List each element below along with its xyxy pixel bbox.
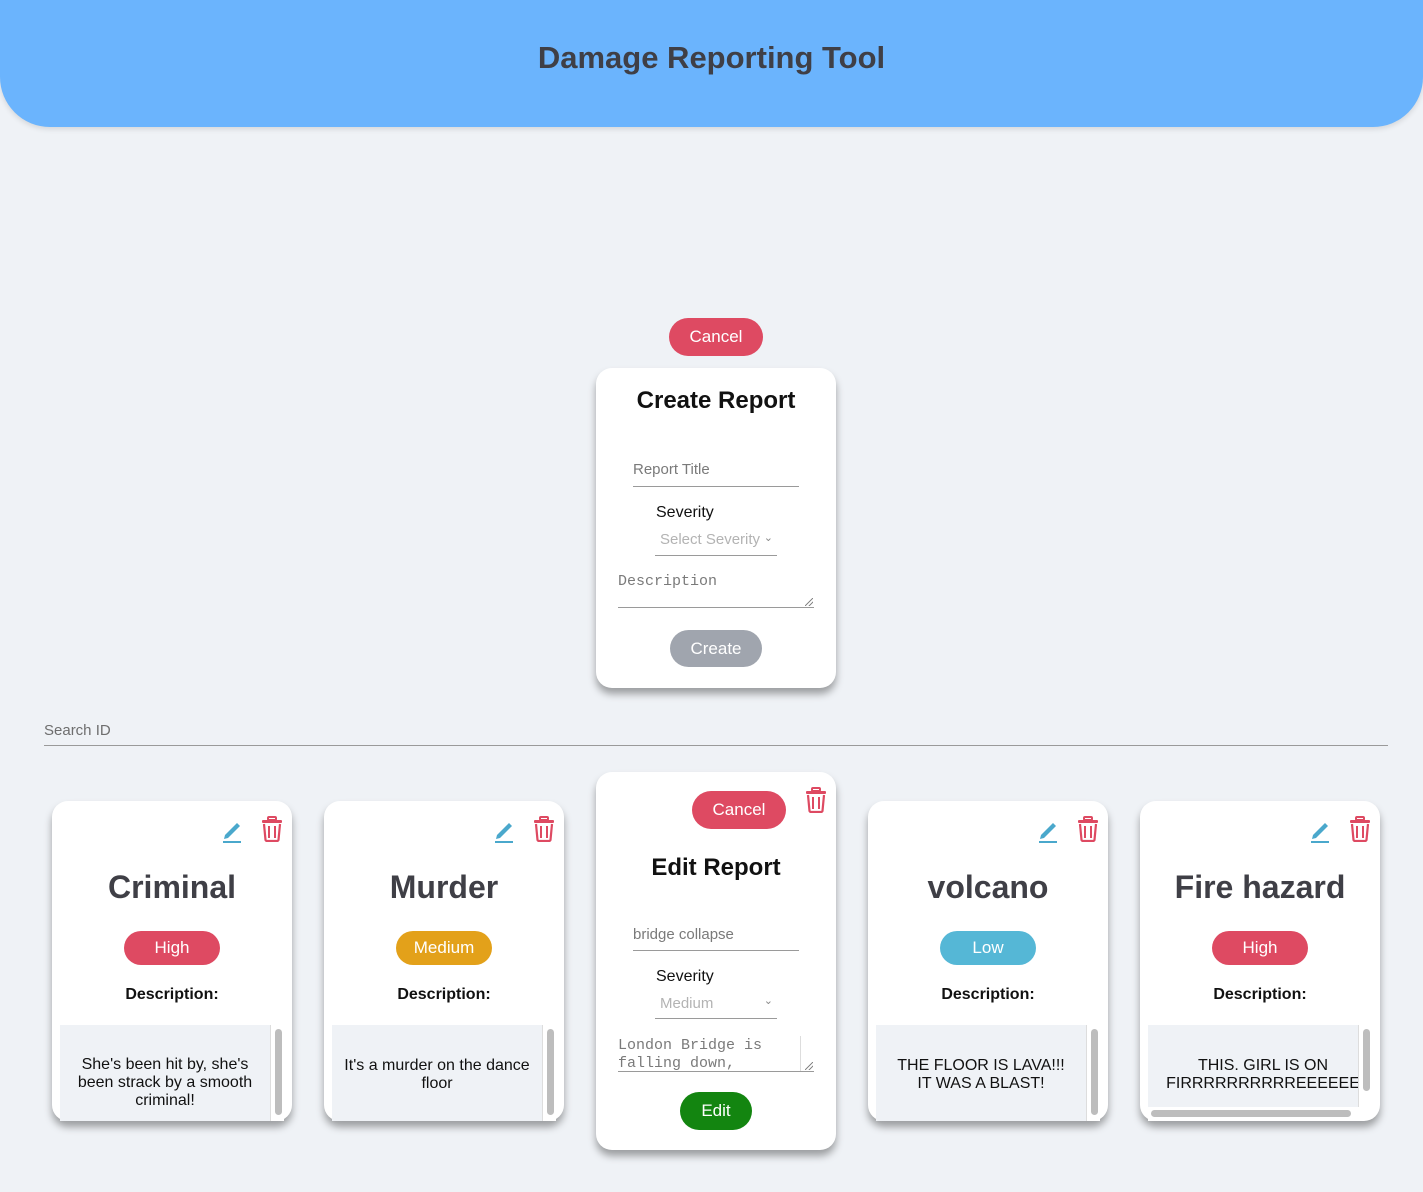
pencil-icon[interactable] [222, 817, 244, 843]
create-report-title: Create Report [636, 387, 796, 414]
severity-select[interactable]: Medium ⌄ [655, 994, 777, 1019]
edit-button[interactable]: Edit [680, 1092, 752, 1130]
description-scrollbar[interactable] [1358, 1025, 1372, 1107]
description-box: THE FLOOR IS LAVA!!! IT WAS A BLAST! [876, 1025, 1086, 1121]
severity-badge: High [1212, 931, 1308, 965]
scrollbar-thumb[interactable] [275, 1029, 282, 1115]
severity-select[interactable]: Select Severity ⌄ [655, 531, 777, 556]
app-title: Damage Reporting Tool [537, 40, 886, 75]
description-placeholder: Description [618, 573, 718, 590]
description-box: It's a murder on the dance floor [332, 1025, 542, 1121]
resize-handle-icon[interactable] [805, 598, 813, 606]
description-label: Description: [125, 986, 219, 1003]
scrollbar-thumb[interactable] [1363, 1029, 1370, 1091]
pencil-icon[interactable] [494, 817, 516, 843]
edit-report-title: Edit Report [651, 854, 781, 881]
report-card: Criminal High Description: She's been hi… [52, 801, 292, 1121]
report-title: volcano [927, 869, 1049, 905]
severity-select-value: Medium [660, 995, 714, 1012]
search-input[interactable]: Search ID [44, 720, 1388, 746]
create-report-card: Create Report Report Title Severity Sele… [596, 368, 836, 688]
report-card: Murder Medium Description: It's a murder… [324, 801, 564, 1121]
description-box: THIS. GIRL IS ON FIRRRRRRRRRREEEEEE [1148, 1025, 1358, 1107]
scrollbar-thumb[interactable] [547, 1029, 554, 1115]
edit-description-textarea[interactable]: London Bridge is falling down, [618, 1036, 814, 1072]
severity-select-placeholder: Select Severity [660, 531, 761, 548]
chevron-down-icon: ⌄ [763, 532, 773, 544]
description-label: Description: [941, 986, 1035, 1003]
severity-label: Severity [656, 504, 714, 521]
report-card: volcano Low Description: THE FLOOR IS LA… [868, 801, 1108, 1121]
edit-description-value: London Bridge is falling down, [618, 1037, 763, 1072]
trash-icon[interactable] [533, 816, 555, 842]
trash-icon[interactable] [1077, 816, 1099, 842]
severity-badge: Low [940, 931, 1036, 965]
description-scrollbar[interactable] [1086, 1025, 1100, 1121]
report-title: Criminal [107, 869, 237, 905]
description-text: It's a murder on the dance floor [344, 1057, 530, 1092]
description-label: Description: [397, 986, 491, 1003]
description-label: Description: [1213, 986, 1307, 1003]
description-horizontal-scrollbar[interactable] [1148, 1107, 1360, 1121]
description-text: She's been hit by, she's been strack by … [77, 1056, 253, 1109]
scrollbar-thumb[interactable] [1151, 1110, 1351, 1117]
description-scrollbar[interactable] [270, 1025, 284, 1121]
description-text: THIS. GIRL IS ON FIRRRRRRRRRREEEEEE [1166, 1057, 1358, 1092]
trash-icon[interactable] [261, 816, 283, 842]
create-button[interactable]: Create [670, 630, 762, 667]
edit-cancel-button[interactable]: Cancel [692, 791, 786, 829]
edit-report-card: Cancel Edit Report bridge collapse Sever… [596, 772, 836, 1150]
report-title: Fire hazard [1174, 869, 1346, 905]
severity-badge: Medium [396, 931, 492, 965]
pencil-icon[interactable] [1310, 817, 1332, 843]
chevron-down-icon: ⌄ [763, 995, 773, 1007]
resize-handle-icon[interactable] [805, 1062, 813, 1070]
severity-label: Severity [656, 968, 714, 985]
description-box: She's been hit by, she's been strack by … [60, 1025, 270, 1121]
create-cancel-button[interactable]: Cancel [669, 318, 763, 356]
report-title-input[interactable]: Report Title [633, 461, 799, 487]
description-textarea[interactable]: Description [618, 572, 814, 608]
search-placeholder: Search ID [44, 722, 111, 739]
app-header: Damage Reporting Tool [0, 0, 1423, 127]
trash-icon[interactable] [805, 787, 827, 813]
pencil-icon[interactable] [1038, 817, 1060, 843]
scrollbar-thumb[interactable] [1091, 1029, 1098, 1115]
edit-title-input[interactable]: bridge collapse [633, 926, 799, 951]
report-card: Fire hazard High Description: THIS. GIRL… [1140, 801, 1380, 1121]
description-text: THE FLOOR IS LAVA!!! IT WAS A BLAST! [897, 1057, 1065, 1092]
trash-icon[interactable] [1349, 816, 1371, 842]
description-scrollbar[interactable] [542, 1025, 556, 1121]
severity-badge: High [124, 931, 220, 965]
report-title: Murder [389, 869, 499, 905]
